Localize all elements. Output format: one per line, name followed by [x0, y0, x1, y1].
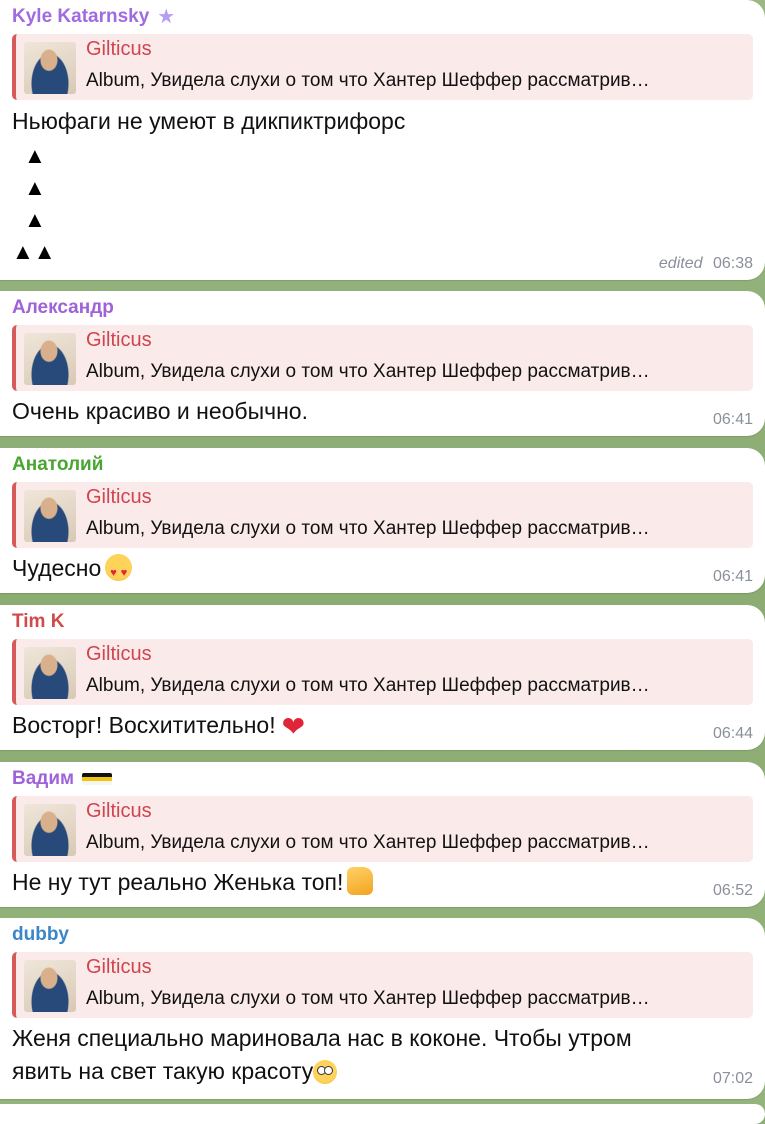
reply-text: Album, Увидела слухи о том что Хантер Ше… [86, 988, 650, 1009]
message-time: 06:52 [712, 882, 753, 899]
sender-name-text: Tim K [12, 611, 65, 632]
reply-text: Album, Увидела слухи о том что Хантер Ше… [86, 361, 650, 382]
reply-text: Album, Увидела слухи о том что Хантер Ше… [86, 675, 650, 696]
message-time: 07:02 [712, 1070, 753, 1087]
reply-quote[interactable]: Gilticus Album, Увидела слухи о том что … [12, 34, 753, 100]
reply-text: Album, Увидела слухи о том что Хантер Ше… [86, 518, 650, 539]
message-text-line-content: явить на свет такую красоту [12, 1058, 314, 1084]
sender-name[interactable]: Александр [12, 297, 114, 319]
sender-name[interactable]: Вадим [12, 768, 113, 790]
message-bubble[interactable]: Tim K Gilticus Album, Увидела слухи о то… [0, 605, 765, 750]
message-text: Ньюфаги не умеют в дикпиктрифорс [12, 108, 406, 134]
flag-icon [82, 773, 113, 785]
triangle-line: ▲▲ [12, 239, 56, 264]
reply-quote[interactable]: Gilticus Album, Увидела слухи о том что … [12, 952, 753, 1018]
message-text: Чудесно [12, 552, 675, 590]
reply-thumbnail [24, 804, 76, 856]
heart-eyes-emoji-icon [105, 554, 133, 590]
sender-name-text: Kyle Katarnsky [12, 6, 150, 27]
message-text: Не ну тут реально Женька топ! [12, 866, 675, 899]
triangle-line: ▲ [24, 143, 46, 168]
reply-text: Album, Увидела слухи о том что Хантер Ше… [86, 70, 650, 91]
sender-name[interactable]: dubby [12, 924, 69, 946]
sender-name-text: Александр [12, 297, 114, 318]
reply-text: Album, Увидела слухи о том что Хантер Ше… [86, 832, 650, 853]
message-text: Восторг! Восхитительно! ❤ [12, 709, 675, 742]
sender-name[interactable]: Анатолий [12, 454, 103, 476]
message-text: Очень красиво и необычно. [12, 398, 308, 424]
reply-thumbnail [24, 490, 76, 542]
reply-author: Gilticus [86, 956, 152, 978]
message-time: 06:44 [712, 725, 753, 742]
sender-name[interactable]: Tim K [12, 611, 64, 633]
sender-name-text: dubby [12, 924, 69, 945]
thumbs-up-emoji-icon [347, 867, 374, 895]
reply-thumbnail [24, 333, 76, 385]
message-text-content: Не ну тут реально Женька топ! [12, 869, 344, 895]
message-bubble[interactable]: Вадим Gilticus Album, Увидела слухи о то… [0, 762, 765, 907]
reply-author: Gilticus [86, 643, 152, 665]
message-text-line: Женя специально мариновала нас в коконе.… [12, 1025, 632, 1051]
reply-author: Gilticus [86, 329, 152, 351]
triangle-line: ▲ [24, 207, 46, 232]
premium-star-icon: ★ [157, 6, 176, 28]
message-bubble[interactable]: dubby Gilticus Album, Увидела слухи о то… [0, 918, 765, 1099]
reply-author: Gilticus [86, 486, 152, 508]
reply-thumbnail [24, 647, 76, 699]
edited-label: edited [658, 255, 703, 272]
message-time: 06:41 [712, 568, 753, 585]
message-text-line: явить на свет такую красоту [12, 1055, 745, 1088]
message-text: Женя специально мариновала нас в коконе.… [12, 1022, 745, 1088]
reply-author: Gilticus [86, 800, 152, 822]
reply-quote[interactable]: Gilticus Album, Увидела слухи о том что … [12, 639, 753, 705]
sender-name-text: Вадим [12, 768, 75, 789]
message-bubble[interactable]: Анатолий Gilticus Album, Увидела слухи о… [0, 448, 765, 593]
message-time: 06:38 [712, 255, 753, 272]
message-meta: edited 06:38 [659, 255, 753, 273]
flushed-face-emoji-icon [313, 1060, 338, 1084]
sender-name[interactable]: Kyle Katarnsky ★ [12, 6, 175, 28]
message-text-content: Чудесно [12, 555, 102, 581]
sender-name-text: Анатолий [12, 454, 104, 475]
message-text-content: Восторг! Восхитительно! [12, 712, 276, 738]
message-bubble[interactable]: Александр Gilticus Album, Увидела слухи … [0, 291, 765, 436]
reply-thumbnail [24, 42, 76, 94]
triangle-line: ▲ [24, 175, 46, 200]
reply-quote[interactable]: Gilticus Album, Увидела слухи о том что … [12, 482, 753, 548]
triangle-art: ▲ ▲ ▲ ▲▲ [12, 140, 56, 268]
red-heart-emoji-icon: ❤ [281, 711, 306, 742]
message-time: 06:41 [712, 411, 753, 428]
reply-thumbnail [24, 960, 76, 1012]
reply-author: Gilticus [86, 38, 152, 60]
reply-quote[interactable]: Gilticus Album, Увидела слухи о том что … [12, 796, 753, 862]
message-bubble-partial[interactable] [0, 1104, 765, 1124]
reply-quote[interactable]: Gilticus Album, Увидела слухи о том что … [12, 325, 753, 391]
message-bubble[interactable]: Kyle Katarnsky ★ Gilticus Album, Увидела… [0, 0, 765, 280]
